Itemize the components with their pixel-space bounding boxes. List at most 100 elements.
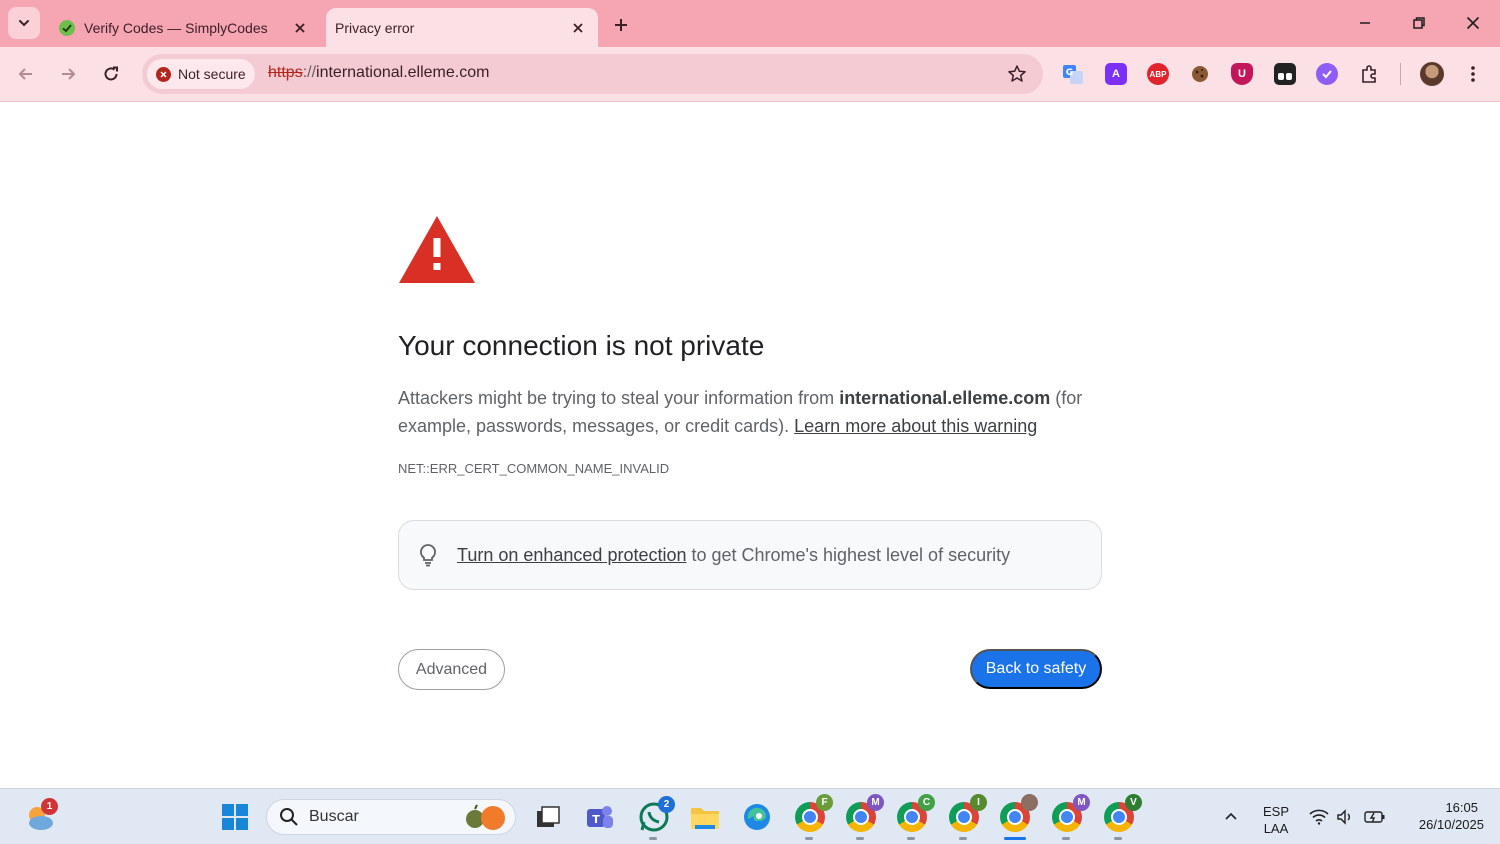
- wifi-icon: [1309, 809, 1329, 825]
- running-indicator: [856, 837, 864, 840]
- not-secure-icon: [156, 66, 171, 82]
- edge-app[interactable]: [740, 800, 774, 834]
- tab-title: Verify Codes — SimplyCodes: [84, 19, 268, 36]
- chevron-up-icon: [1225, 812, 1237, 820]
- minimize-button[interactable]: [1345, 8, 1385, 38]
- back-to-safety-button[interactable]: Back to safety: [970, 649, 1102, 689]
- protection-text: Turn on enhanced protection to get Chrom…: [457, 545, 1010, 566]
- cookie-icon[interactable]: [1189, 63, 1211, 85]
- adblock-plus-icon[interactable]: ABP: [1147, 63, 1169, 85]
- language-code: ESP: [1262, 804, 1289, 819]
- running-indicator: [649, 837, 657, 840]
- file-explorer-app[interactable]: [688, 800, 722, 834]
- edge-icon: [744, 804, 770, 830]
- close-icon: [1466, 16, 1480, 30]
- volume-status[interactable]: [1331, 800, 1361, 834]
- plus-icon: [615, 19, 627, 31]
- task-view-button[interactable]: [531, 800, 565, 834]
- teams-app[interactable]: T: [583, 800, 617, 834]
- close-window-button[interactable]: [1453, 8, 1493, 38]
- battery-status[interactable]: [1360, 800, 1390, 834]
- reload-button[interactable]: [96, 59, 126, 89]
- menu-kebab-icon[interactable]: [1462, 63, 1484, 85]
- taskbar: 1 Buscar T 2 F M C I M V ESP LAA 16:05 2…: [0, 788, 1500, 844]
- forward-button[interactable]: [53, 59, 83, 89]
- back-button[interactable]: [11, 59, 41, 89]
- close-tab-icon[interactable]: [568, 18, 588, 38]
- start-button[interactable]: [218, 800, 252, 834]
- profile-photo-badge: [1021, 794, 1038, 811]
- url-separator: ://: [302, 64, 317, 81]
- chrome-profile-m2[interactable]: M: [1050, 794, 1090, 840]
- reload-icon: [104, 66, 118, 81]
- teams-icon: T: [587, 806, 613, 828]
- svg-text:G: G: [1066, 68, 1073, 78]
- search-label: Buscar: [309, 808, 359, 825]
- folder-icon: [691, 808, 719, 829]
- profile-badge: C: [918, 794, 935, 811]
- weather-widget[interactable]: 1: [22, 798, 58, 834]
- security-chip-label: Not secure: [178, 66, 246, 82]
- profile-badge: I: [970, 794, 987, 811]
- search-highlight-icon: [466, 804, 505, 830]
- error-code: NET::ERR_CERT_COMMON_NAME_INVALID: [398, 461, 670, 476]
- chrome-profile-m[interactable]: M: [844, 794, 884, 840]
- show-hidden-icons-button[interactable]: [1214, 800, 1248, 834]
- desc-host: international.elleme.com: [839, 388, 1051, 408]
- restore-icon: [1413, 17, 1425, 29]
- url-text[interactable]: https://international.elleme.com: [268, 64, 489, 82]
- running-indicator: [1062, 837, 1070, 840]
- chrome-profile-active[interactable]: [998, 794, 1038, 840]
- windows-logo-icon: [222, 804, 248, 830]
- panel-icon[interactable]: [1274, 63, 1296, 85]
- protection-rest: to get Chrome's highest level of securit…: [686, 544, 1011, 565]
- weather-badge: 1: [41, 798, 58, 815]
- new-tab-button[interactable]: [607, 11, 635, 39]
- chrome-profile-i[interactable]: I: [947, 794, 987, 840]
- taskbar-search[interactable]: Buscar: [266, 799, 516, 835]
- font-a-icon[interactable]: A: [1105, 63, 1127, 85]
- url-scheme: https: [268, 64, 303, 81]
- lightbulb-icon: [420, 544, 436, 567]
- chrome-profile-v[interactable]: V: [1102, 794, 1142, 840]
- restore-button[interactable]: [1399, 8, 1439, 38]
- chrome-profile-c[interactable]: C: [895, 794, 935, 840]
- running-indicator: [959, 837, 967, 840]
- minimize-icon: [1360, 22, 1370, 24]
- active-indicator: [1004, 837, 1026, 840]
- toolbar-separator: [1400, 63, 1401, 85]
- profile-avatar[interactable]: [1420, 62, 1444, 86]
- tab-privacy-error[interactable]: Privacy error: [326, 8, 598, 47]
- tab-strip: Verify Codes — SimplyCodes Privacy error: [0, 0, 1500, 47]
- browser-toolbar: Not secure https://international.elleme.…: [0, 47, 1500, 102]
- profile-badge: V: [1125, 794, 1142, 811]
- tab-search-button[interactable]: [8, 7, 40, 39]
- advanced-button[interactable]: Advanced: [398, 649, 505, 690]
- page-title: Your connection is not private: [398, 330, 765, 361]
- chevron-down-icon: [19, 20, 29, 27]
- keyboard-layout: LAA: [1263, 821, 1289, 836]
- extensions-puzzle-icon[interactable]: [1359, 63, 1381, 85]
- warning-triangle-icon: [399, 216, 475, 283]
- purple-extension-icon[interactable]: [1316, 63, 1338, 85]
- bookmark-star-icon[interactable]: [1007, 64, 1027, 84]
- input-language[interactable]: ESP LAA: [1258, 803, 1294, 837]
- volume-icon: [1337, 809, 1350, 825]
- tab-title: Privacy error: [335, 19, 415, 36]
- wifi-status[interactable]: [1304, 800, 1334, 834]
- close-tab-icon[interactable]: [290, 18, 310, 38]
- warning-description: Attackers might be trying to steal your …: [398, 384, 1102, 440]
- search-icon: [280, 808, 298, 826]
- profile-badge: M: [867, 794, 884, 811]
- google-translate-icon[interactable]: G: [1062, 63, 1084, 85]
- address-bar[interactable]: Not secure https://international.elleme.…: [142, 54, 1043, 94]
- chrome-profile-f[interactable]: F: [793, 794, 833, 840]
- tab-simplycodes[interactable]: Verify Codes — SimplyCodes: [48, 8, 320, 47]
- learn-more-link[interactable]: Learn more about this warning: [794, 416, 1037, 436]
- arrow-left-icon: [18, 68, 32, 80]
- clock[interactable]: 16:05 26/10/2025: [1398, 799, 1484, 833]
- whatsapp-app[interactable]: 2: [637, 796, 675, 840]
- enhanced-protection-link[interactable]: Turn on enhanced protection: [457, 545, 687, 565]
- ublock-icon[interactable]: U: [1231, 63, 1253, 85]
- security-chip[interactable]: Not secure: [147, 59, 255, 89]
